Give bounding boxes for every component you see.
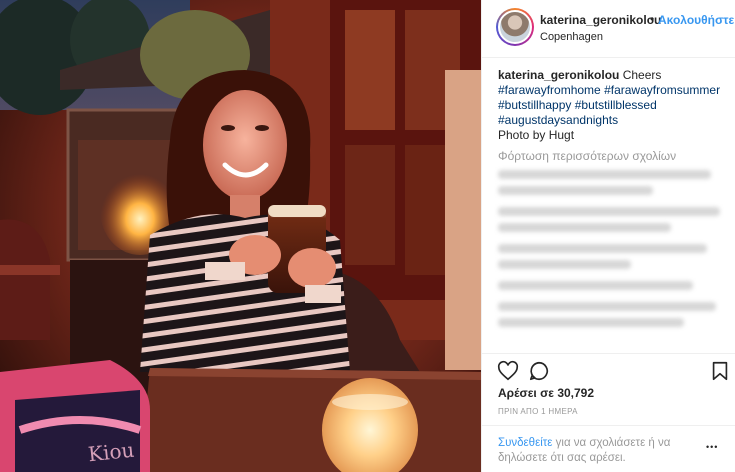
action-bar [482,353,735,383]
blurred-comment [498,170,720,195]
login-prompt-text: Συνδεθείτε για να σχολιάσετε ή να δηλώσε… [498,436,698,466]
caption-credit: Photo by Hugt [498,128,575,142]
blanket-label: Kiou [86,437,136,467]
caption-text: Cheers [622,68,662,82]
caption-line-4: #augustdaysandnights [498,113,730,128]
post-photo[interactable]: Kiou [0,0,481,472]
hashtag-link[interactable]: #butstillblessed [575,98,657,112]
location-link[interactable]: Copenhagen [540,31,603,43]
caption-line-2: #farawayfromhome #farawayfromsummer [498,83,730,98]
blurred-comment [498,281,720,290]
caption-line-1: katerina_geronikolou Cheers [498,68,730,83]
photo-illustration [0,0,481,472]
avatar[interactable] [498,10,532,44]
header-username[interactable]: katerina_geronikolou [540,13,661,27]
load-more-comments[interactable]: Φόρτωση περισσότερων σχολίων [498,149,676,163]
more-options-icon[interactable]: ••• [706,442,718,452]
blurred-comment [498,244,720,269]
hashtag-link[interactable]: #augustdaysandnights [498,113,618,127]
bookmark-icon[interactable] [709,360,731,382]
login-prompt-bar: Συνδεθείτε για να σχολιάσετε ή να δηλώσε… [482,425,735,472]
caption-lines: katerina_geronikolou Cheers #farawayfrom… [498,68,730,143]
blurred-comment [498,302,720,327]
heart-icon[interactable] [497,360,519,382]
hashtag-link[interactable]: #farawayfromhome [498,83,601,97]
hashtag-link[interactable]: #butstillhappy [498,98,571,112]
follow-button[interactable]: Ακολουθήστε [658,13,734,27]
caption-line-3: #butstillhappy #butstillblessed [498,98,730,113]
blurred-comment [498,207,720,232]
post-timestamp: ΠΡΙΝ ΑΠΟ 1 ΗΜΕΡΑ [498,407,578,416]
login-link[interactable]: Συνδεθείτε [498,437,552,449]
hashtag-link[interactable]: #farawayfromsummer [604,83,720,97]
avatar-story-ring[interactable] [496,8,534,46]
post-header: katerina_geronikolou • Ακολουθήστε Copen… [482,0,735,58]
likes-count[interactable]: Αρέσει σε 30,792 [498,386,594,400]
separator-dot: • [650,12,655,26]
comment-icon[interactable] [528,360,550,382]
caption-username[interactable]: katerina_geronikolou [498,68,619,82]
blurred-comments [498,170,720,339]
